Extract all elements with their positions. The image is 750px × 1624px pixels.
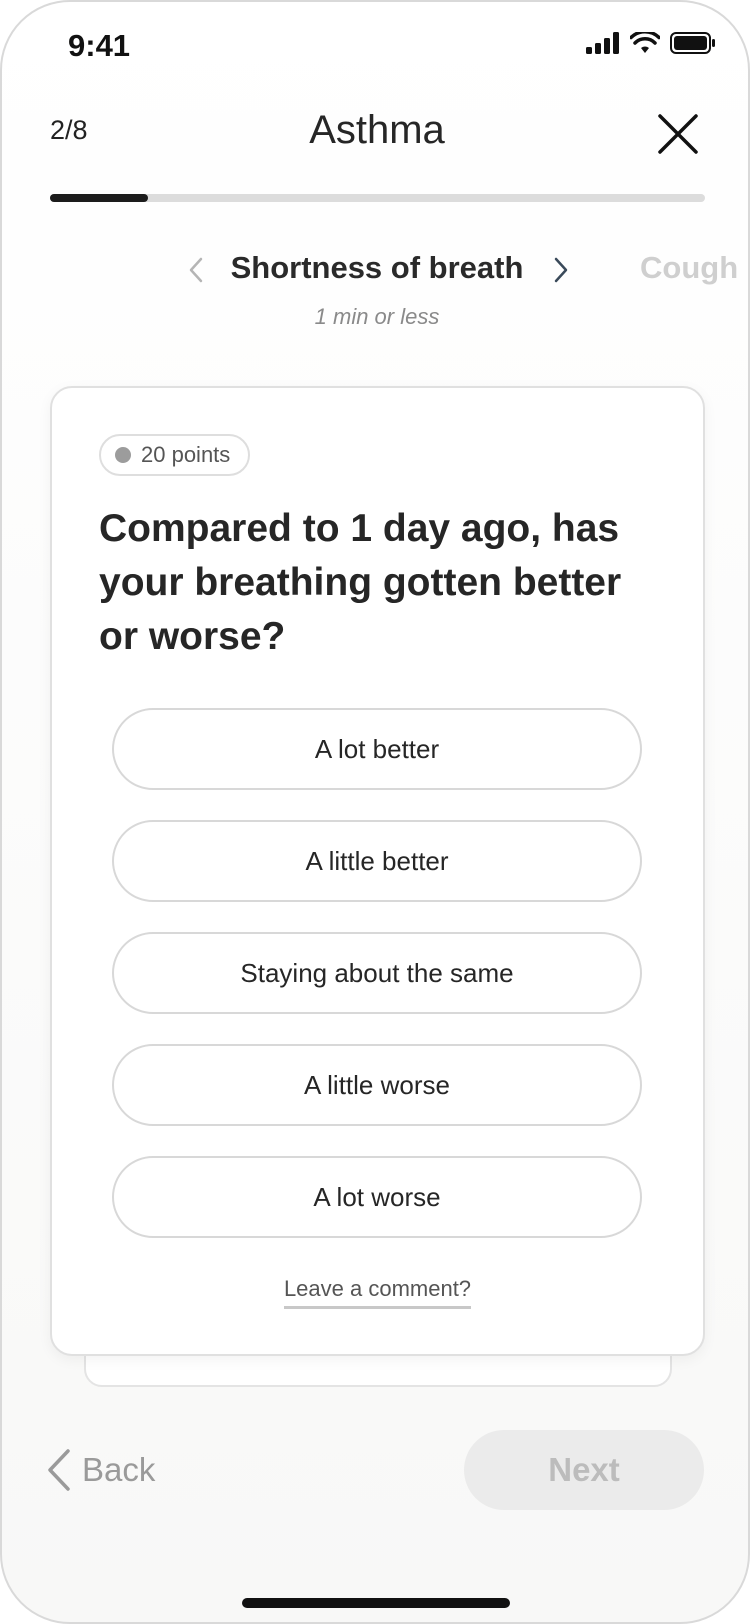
close-icon [658, 114, 698, 154]
answer-option[interactable]: Staying about the same [112, 932, 642, 1014]
points-label: 20 points [141, 442, 231, 467]
wifi-icon [630, 32, 660, 53]
page-title: Asthma [309, 108, 445, 152]
home-indicator[interactable] [242, 1598, 510, 1608]
question-text: Compared to 1 day ago, has your breathin… [99, 507, 622, 658]
status-icons [586, 32, 716, 54]
phone-screen: 9:41 2/8 Asthma Shortness of breath Coug… [0, 0, 750, 1624]
next-topic-button[interactable] [550, 255, 572, 285]
question-card: 20 points Compared to 1 day ago, has you… [50, 386, 705, 1356]
answer-options: A lot better A little better Staying abo… [112, 708, 642, 1268]
chevron-right-icon [554, 257, 568, 283]
status-time: 9:41 [68, 28, 131, 63]
topic-duration: 1 min or less [314, 304, 440, 329]
answer-option[interactable]: A lot better [112, 708, 642, 790]
comment-link-container: Leave a comment? [52, 1276, 703, 1309]
upcoming-topic[interactable]: Cough [640, 250, 738, 286]
battery-icon [670, 32, 715, 54]
back-label: Back [82, 1451, 156, 1488]
leave-comment-link[interactable]: Leave a comment? [283, 1276, 472, 1309]
next-button[interactable]: Next [464, 1430, 704, 1510]
current-topic: Shortness of breath [230, 250, 524, 285]
answer-option[interactable]: A little worse [112, 1044, 642, 1126]
answer-option[interactable]: A lot worse [112, 1156, 642, 1238]
signal-icon [586, 32, 619, 54]
progress-fill [50, 194, 149, 202]
chevron-left-icon [48, 1449, 70, 1491]
answer-option[interactable]: A little better [112, 820, 642, 902]
points-dot-icon [115, 447, 131, 463]
close-button[interactable] [656, 112, 700, 156]
back-button[interactable]: Back [46, 1448, 155, 1492]
points-badge: 20 points [99, 434, 251, 476]
progress-bar [50, 194, 705, 202]
